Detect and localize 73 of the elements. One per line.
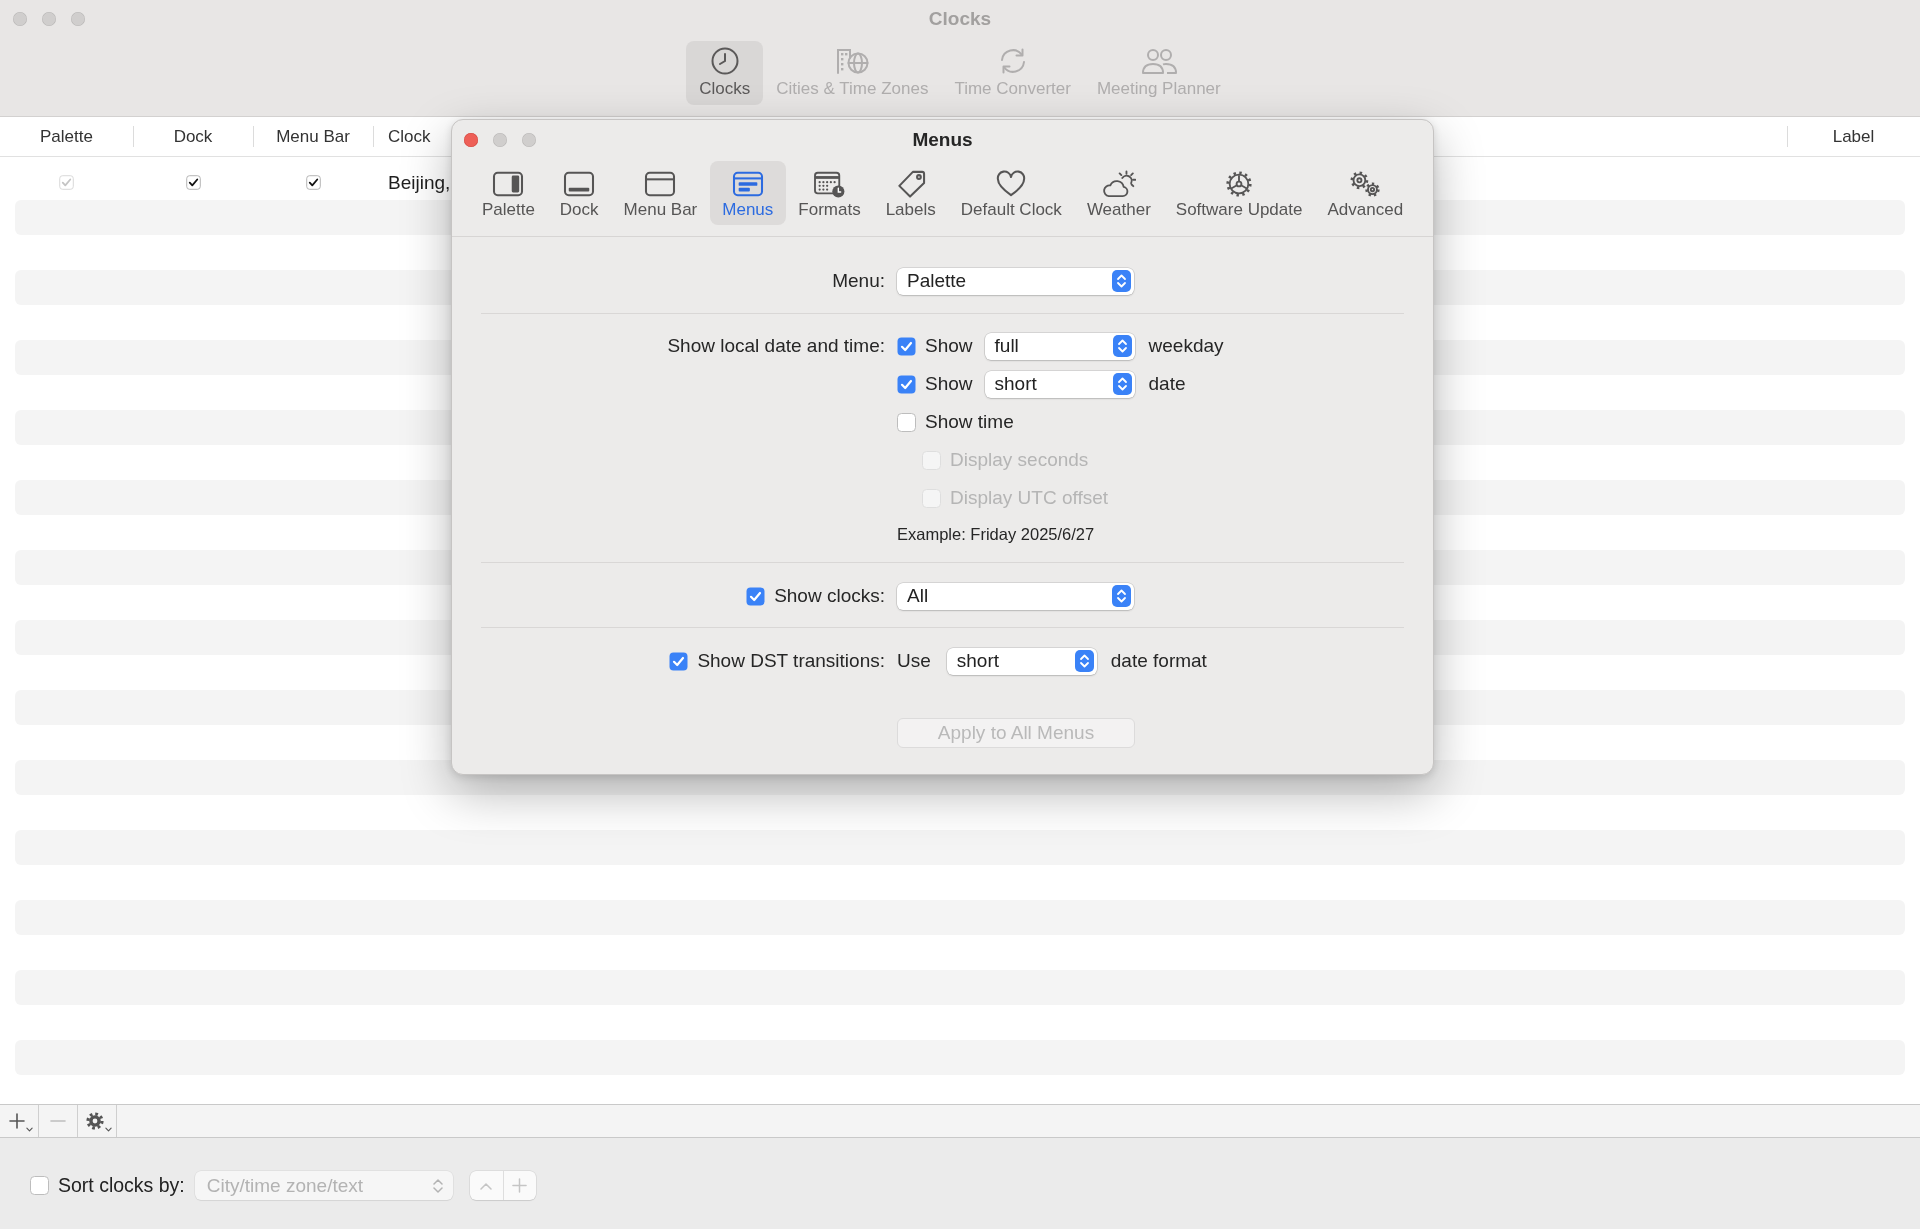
checkbox[interactable] [897,412,916,432]
column-header[interactable]: Palette [40,126,93,147]
caret-icon [105,1127,112,1132]
preferences-tab[interactable]: Dock [547,161,612,225]
checkbox[interactable] [185,175,201,190]
stepper-icon [1074,650,1094,672]
plus-icon [9,1113,25,1129]
checkbox[interactable] [30,1176,49,1195]
checkbox[interactable] [897,336,916,356]
close-button[interactable] [13,12,27,26]
toolbar-tab[interactable]: Clocks [686,41,764,105]
preferences-tab[interactable]: Labels [873,161,949,225]
preferences-tab[interactable]: Palette [469,161,548,225]
table-cell: Beijing, [388,171,451,193]
chevrons-up-down-icon [432,1177,443,1194]
preferences-tab[interactable]: Software Update [1163,161,1315,225]
chevron-up-icon [480,1181,493,1190]
calendar-clock-icon [812,170,847,198]
preferences-tab[interactable]: Menu Bar [611,161,710,225]
stepper-icon [1112,585,1131,607]
preferences-tab[interactable]: Menus [709,161,786,225]
column-header[interactable]: Menu Bar [276,126,350,147]
window-sidebar-icon [491,170,526,198]
stepper-icon [1112,335,1132,357]
caret-icon [26,1127,33,1132]
column-header[interactable]: Label [1832,126,1875,147]
checkbox[interactable] [746,586,766,606]
preferences-tab[interactable]: Advanced [1314,161,1416,225]
column-header[interactable]: Dock [173,126,213,147]
checkbox[interactable] [305,175,321,190]
unit-label: weekday [1148,335,1224,357]
minus-icon [50,1120,66,1122]
globe-building-icon [834,47,871,75]
checkbox-label: Show DST transitions: [697,650,885,672]
people-icon [1140,47,1177,75]
popup-button[interactable]: short [984,370,1135,398]
stepper-icon [1112,270,1131,292]
popup-button[interactable]: short [946,647,1097,675]
gears-icon [1348,170,1383,198]
unit-label: date format [1110,650,1207,672]
unit-label: date [1148,373,1186,395]
stepper-icon [1112,373,1132,395]
preferences-tab[interactable]: Formats [785,161,874,225]
popup-button[interactable]: Palette [897,267,1134,295]
checkbox-label: Show time [925,411,1014,433]
window-title: Clocks [928,8,992,30]
menu-window-icon [730,170,765,198]
form-label: Menu: [832,270,885,292]
gear-icon [86,1112,104,1130]
checkbox-label: Show [925,335,973,357]
popup-button[interactable]: All [897,582,1134,610]
checkbox-label: Show clocks: [774,585,885,607]
checkbox[interactable] [669,651,689,671]
zoom-button[interactable] [71,12,85,26]
dialog-title: Menus [912,129,973,151]
minimize-button[interactable] [42,12,56,26]
window-bottom-bar-icon [562,170,597,198]
checkbox-label: Sort clocks by: [58,1174,185,1197]
cloud-sun-icon [1101,170,1136,198]
preferences-tab[interactable]: Weather [1074,161,1164,225]
column-header[interactable]: Clock [388,126,431,147]
window-top-bar-icon [643,170,678,198]
plus-icon [512,1178,528,1193]
preferences-tab[interactable]: Default Clock [948,161,1075,225]
popup-button[interactable]: full [984,332,1135,360]
checkbox[interactable] [897,374,916,394]
checkbox-label: Show [925,373,973,395]
close-button[interactable] [464,133,478,147]
form-label: Show local date and time: [667,335,885,357]
zoom-button[interactable] [522,133,536,147]
minimize-button[interactable] [493,133,507,147]
form-label: Use [897,650,931,672]
example-text: Example: Friday 2025/6/27 [897,524,1095,544]
